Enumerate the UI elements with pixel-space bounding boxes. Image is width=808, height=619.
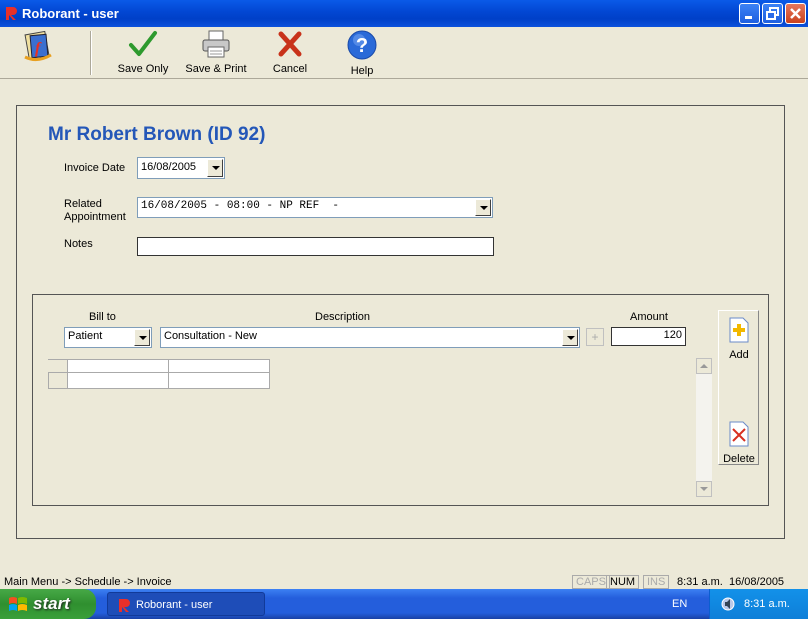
windows-flag-icon bbox=[9, 597, 27, 611]
start-label: start bbox=[33, 594, 70, 613]
arrow-down-icon bbox=[700, 487, 708, 491]
close-button[interactable] bbox=[785, 3, 806, 24]
taskbar-roborant-item[interactable]: Roborant - user bbox=[107, 592, 265, 616]
window-title: Roborant - user bbox=[22, 6, 119, 21]
chevron-down-icon[interactable] bbox=[475, 199, 491, 216]
cancel-label: Cancel bbox=[272, 63, 308, 75]
title-bar: Roborant - user bbox=[0, 0, 808, 27]
add-line-button[interactable]: Add bbox=[720, 316, 758, 361]
related-label-line1: Related bbox=[64, 198, 102, 210]
red-x-icon bbox=[278, 31, 302, 57]
related-appointment-value: 16/08/2005 - 08:00 - NP REF - bbox=[141, 200, 340, 212]
invoice-date-label: Invoice Date bbox=[64, 162, 126, 174]
amount-input[interactable]: 120 bbox=[611, 327, 686, 346]
bill-to-value: Patient bbox=[68, 330, 103, 342]
delete-label: Delete bbox=[723, 453, 755, 465]
cancel-button[interactable]: Cancel bbox=[268, 29, 312, 77]
save-only-label: Save Only bbox=[117, 63, 169, 75]
grid-cell[interactable] bbox=[68, 360, 169, 373]
lines-scrollbar[interactable] bbox=[696, 358, 712, 497]
taskbar: start Roborant - user EN 8:31 a.m. bbox=[0, 589, 808, 619]
volume-speaker-icon[interactable] bbox=[720, 596, 736, 612]
breadcrumb: Main Menu -> Schedule -> Invoice bbox=[4, 576, 172, 588]
caps-indicator: CAPS bbox=[572, 575, 610, 589]
printer-icon bbox=[202, 30, 230, 58]
roborant-app-icon bbox=[119, 599, 130, 612]
invoice-lines-panel bbox=[32, 294, 769, 506]
save-print-label: Save & Print bbox=[185, 63, 247, 75]
help-button[interactable]: ? Help bbox=[342, 29, 382, 77]
invoice-date-picker[interactable]: 16/08/2005 bbox=[137, 157, 225, 179]
start-button[interactable]: start bbox=[0, 589, 96, 619]
status-date: 16/08/2005 bbox=[729, 576, 785, 588]
description-value: Consultation - New bbox=[164, 330, 257, 342]
bill-to-label: Bill to bbox=[89, 311, 116, 323]
description-label: Description bbox=[315, 311, 371, 323]
description-select[interactable]: Consultation - New bbox=[160, 327, 580, 348]
grid-row-header bbox=[48, 360, 68, 373]
save-only-button[interactable]: Save Only bbox=[115, 29, 171, 77]
delete-line-button[interactable]: Delete bbox=[720, 420, 758, 465]
toolbar: f Save Only Save & Print Cancel ? Help bbox=[0, 27, 808, 79]
tray-clock: 8:31 a.m. bbox=[744, 598, 790, 610]
grid-row-header bbox=[48, 373, 68, 389]
grid-cell[interactable] bbox=[169, 360, 270, 373]
help-label: Help bbox=[350, 65, 374, 77]
add-description-button[interactable]: + bbox=[586, 328, 604, 346]
add-label: Add bbox=[729, 349, 749, 361]
chevron-down-icon[interactable] bbox=[562, 329, 578, 346]
system-tray: 8:31 a.m. bbox=[709, 589, 808, 619]
invoice-lines-grid bbox=[48, 359, 270, 389]
add-document-icon bbox=[729, 317, 749, 343]
arrow-up-icon bbox=[700, 364, 708, 368]
num-indicator: NUM bbox=[606, 575, 640, 589]
roborant-app-icon bbox=[6, 7, 17, 20]
chevron-down-icon[interactable] bbox=[134, 329, 150, 346]
help-question-icon: ? bbox=[347, 30, 377, 60]
notes-input[interactable] bbox=[137, 237, 494, 256]
chevron-down-icon[interactable] bbox=[207, 159, 223, 177]
related-label-line2: Appointment bbox=[64, 211, 126, 223]
minimize-button[interactable] bbox=[739, 3, 760, 24]
close-icon bbox=[790, 8, 801, 19]
status-time: 8:31 a.m. bbox=[677, 576, 723, 588]
grid-cell[interactable] bbox=[68, 373, 169, 389]
scroll-up-button[interactable] bbox=[696, 358, 712, 374]
restore-icon bbox=[766, 7, 779, 20]
svg-text:?: ? bbox=[356, 35, 368, 57]
notes-label: Notes bbox=[64, 238, 93, 250]
taskbar-item-label: Roborant - user bbox=[136, 599, 213, 611]
minimize-icon bbox=[745, 16, 752, 19]
delete-document-icon bbox=[729, 421, 749, 447]
patient-name: Mr Robert Brown (ID 92) bbox=[48, 124, 266, 145]
save-print-button[interactable]: Save & Print bbox=[184, 29, 248, 77]
home-logo-button[interactable]: f bbox=[20, 29, 56, 77]
grid-cell[interactable] bbox=[169, 373, 270, 389]
toolbar-separator bbox=[90, 31, 92, 75]
scroll-down-button[interactable] bbox=[696, 481, 712, 497]
checkmark-icon bbox=[129, 31, 157, 56]
restore-button[interactable] bbox=[762, 3, 783, 24]
bill-to-select[interactable]: Patient bbox=[64, 327, 152, 348]
related-appointment-select[interactable]: 16/08/2005 - 08:00 - NP REF - bbox=[137, 197, 493, 218]
invoice-date-value: 16/08/2005 bbox=[141, 161, 197, 173]
roborant-logo-icon: f bbox=[24, 30, 52, 62]
language-indicator[interactable]: EN bbox=[672, 598, 687, 610]
ins-indicator: INS bbox=[643, 575, 670, 589]
amount-label: Amount bbox=[630, 311, 668, 323]
